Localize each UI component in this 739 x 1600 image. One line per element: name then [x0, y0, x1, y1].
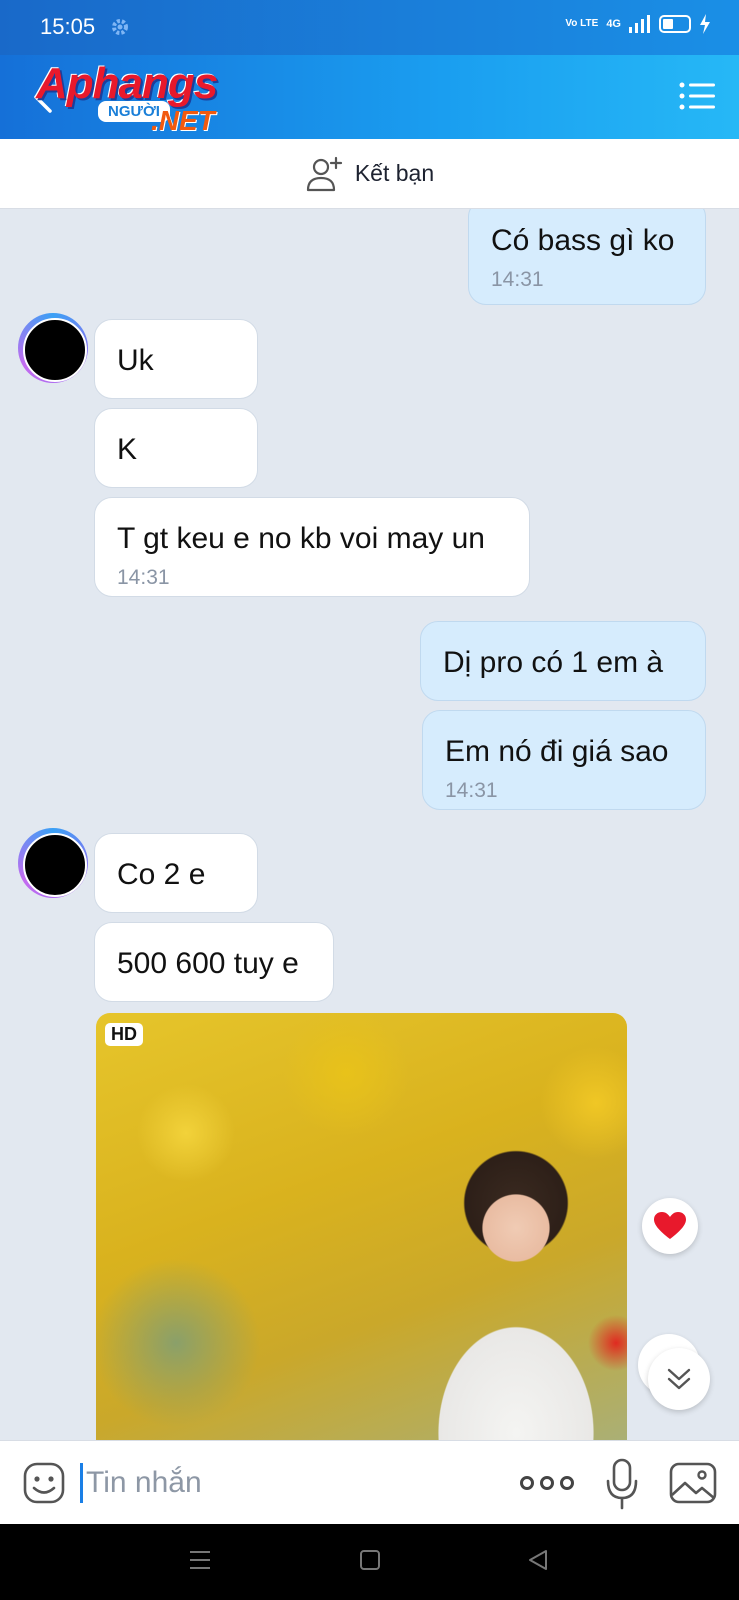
more-dot — [520, 1476, 534, 1490]
heart-reaction-button[interactable] — [642, 1198, 698, 1254]
message-text: Em nó đi giá sao — [445, 735, 669, 768]
recent-apps-icon[interactable] — [188, 1548, 212, 1572]
text-cursor — [80, 1463, 83, 1503]
message-time: 14:31 — [491, 268, 544, 291]
network-type: 4G — [606, 18, 621, 30]
scroll-to-bottom-button[interactable] — [648, 1348, 710, 1410]
avatar[interactable] — [18, 313, 88, 383]
message-bubble-incoming[interactable]: 500 600 tuy e — [94, 922, 334, 1002]
menu-list-icon[interactable] — [679, 81, 715, 111]
message-bubble-outgoing[interactable]: Em nó đi giá sao 14:31 — [422, 710, 706, 810]
status-bar: 15:05 Vo LTE 4G — [0, 0, 739, 55]
double-chevron-down-icon — [667, 1368, 691, 1390]
message-bubble-outgoing[interactable]: Dị pro có 1 em à — [420, 621, 706, 701]
message-text: Co 2 e — [117, 858, 206, 891]
message-text: Dị pro có 1 em à — [443, 646, 664, 679]
gear-icon — [112, 19, 128, 35]
back-icon[interactable] — [526, 1548, 550, 1572]
system-nav-bar — [0, 1524, 739, 1600]
message-time: 14:31 — [117, 566, 170, 589]
more-dot — [540, 1476, 554, 1490]
microphone-icon[interactable] — [604, 1457, 640, 1511]
more-icon[interactable] — [520, 1469, 578, 1497]
message-text: Uk — [117, 344, 154, 377]
home-icon[interactable] — [358, 1548, 382, 1572]
hd-badge: HD — [105, 1023, 143, 1046]
message-bubble-incoming[interactable]: K — [94, 408, 258, 488]
message-text: Có bass gì ko — [491, 224, 675, 257]
chat-header: Aphangs NGƯỜI .NET — [0, 55, 739, 139]
add-person-icon — [306, 156, 342, 191]
message-bubble-outgoing[interactable]: Có bass gì ko 14:31 — [468, 209, 706, 305]
image-icon[interactable] — [668, 1459, 718, 1507]
status-indicators: Vo LTE 4G — [565, 14, 711, 34]
message-bubble-incoming[interactable]: Uk — [94, 319, 258, 399]
signal-icon — [629, 15, 650, 33]
status-time: 15:05 — [40, 14, 96, 39]
volte-indicator: Vo LTE — [565, 18, 599, 29]
battery-icon — [659, 15, 691, 33]
message-time: 14:31 — [445, 779, 498, 802]
avatar[interactable] — [18, 828, 88, 898]
logo-suffix: .NET — [151, 105, 215, 136]
message-text: K — [117, 433, 138, 466]
heart-icon — [654, 1212, 686, 1239]
message-text: T gt keu e no kb voi may un — [117, 522, 485, 555]
add-friend-label: Kết bạn — [354, 160, 435, 186]
charging-icon — [700, 14, 710, 34]
message-bubble-incoming[interactable]: T gt keu e no kb voi may un 14:31 — [94, 497, 530, 597]
message-composer — [0, 1440, 739, 1524]
site-logo: Aphangs NGƯỜI .NET — [36, 59, 266, 136]
message-list[interactable]: Có bass gì ko 14:31 Uk K T gt keu e no k… — [0, 209, 739, 1440]
message-input[interactable] — [86, 1459, 486, 1507]
emoji-icon[interactable] — [22, 1461, 66, 1505]
message-text: 500 600 tuy e — [117, 947, 299, 980]
more-dot — [560, 1476, 574, 1490]
add-friend-button[interactable]: Kết bạn — [0, 139, 739, 209]
photo-message[interactable]: HD — [96, 1013, 627, 1440]
message-bubble-incoming[interactable]: Co 2 e — [94, 833, 258, 913]
